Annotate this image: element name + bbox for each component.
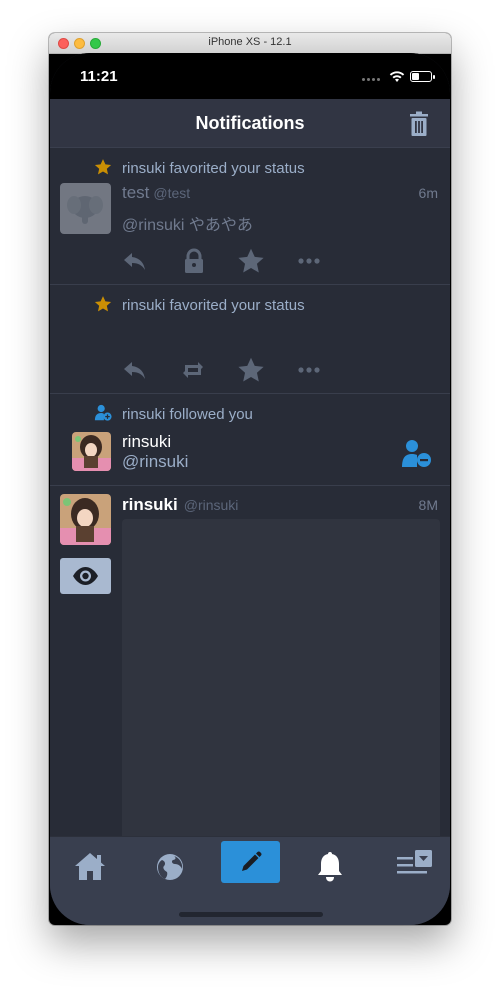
lists-icon[interactable] [394, 845, 434, 885]
simulator-titlebar: iPhone XS - 12.1 [49, 33, 451, 54]
phone-screen: 11:21 Notifications rinsuki favorited yo… [50, 53, 450, 925]
compose-button[interactable] [221, 841, 280, 883]
more-icon[interactable] [295, 247, 323, 275]
boost-icon[interactable] [179, 356, 207, 384]
star-icon[interactable] [237, 247, 265, 275]
status-time: 6m [418, 185, 438, 201]
star-icon[interactable] [237, 356, 265, 384]
signal-dot [377, 78, 380, 81]
signal-icon [362, 78, 365, 81]
battery-icon [410, 71, 435, 82]
avatar[interactable] [72, 432, 111, 471]
display-name: rinsuki [122, 495, 178, 514]
bell-icon[interactable] [310, 847, 350, 887]
notification-item[interactable]: rinsuki favorited your status test @test … [50, 148, 450, 285]
status-item[interactable]: rinsuki @rinsuki 8M [50, 486, 450, 836]
user-plus-icon [94, 404, 112, 421]
notification-text: rinsuki favorited your status [122, 297, 305, 314]
display-name: rinsuki [122, 432, 172, 451]
display-name: test [122, 183, 150, 202]
notch [138, 53, 362, 83]
reply-icon[interactable] [121, 247, 149, 275]
unfollow-icon[interactable] [401, 439, 433, 469]
username: @test [153, 185, 191, 201]
username: @rinsuki [183, 497, 239, 513]
home-icon[interactable] [70, 847, 110, 887]
notification-text: rinsuki followed you [122, 406, 253, 423]
avatar[interactable] [60, 183, 111, 234]
lock-icon[interactable] [180, 247, 208, 275]
notification-text: rinsuki favorited your status [122, 160, 305, 177]
page-title: Notifications [195, 113, 305, 133]
avatar-image [72, 432, 111, 471]
compose-icon [242, 851, 262, 871]
avatar[interactable] [60, 494, 111, 545]
status-bar: 11:21 [50, 53, 450, 99]
home-indicator[interactable] [179, 912, 323, 917]
more-icon[interactable] [295, 356, 323, 384]
status-icons [362, 70, 435, 84]
sensitive-toggle-button[interactable] [60, 558, 111, 594]
navigation-bar: Notifications [50, 99, 450, 148]
star-icon [94, 296, 112, 312]
star-icon [94, 159, 112, 175]
signal-dot [372, 78, 375, 81]
globe-icon[interactable] [150, 847, 190, 887]
username: @rinsuki [122, 452, 189, 471]
signal-dot [367, 78, 370, 81]
window-title: iPhone XS - 12.1 [208, 36, 292, 48]
tab-bar [50, 836, 450, 925]
simulator-window: iPhone XS - 12.1 11:21 Notifications rin… [49, 33, 451, 925]
avatar-image [60, 494, 111, 545]
status-author[interactable]: test @test [122, 183, 190, 203]
notification-item[interactable]: rinsuki favorited your status [50, 285, 450, 394]
eye-icon [73, 567, 98, 585]
status-time: 11:21 [80, 68, 118, 85]
status-author[interactable]: rinsuki @rinsuki [122, 495, 238, 515]
battery-level [412, 73, 419, 80]
notifications-list: rinsuki favorited your status test @test … [50, 148, 450, 836]
notification-item[interactable]: rinsuki followed you rinsuki @rinsuki [50, 394, 450, 486]
trash-icon[interactable] [408, 111, 430, 137]
status-body: @rinsuki やあやあ [122, 217, 253, 234]
reply-icon[interactable] [121, 356, 149, 384]
wifi-icon [389, 71, 405, 82]
mastodon-elephant-icon [67, 196, 103, 224]
status-time: 8M [418, 497, 438, 513]
sensitive-media-placeholder[interactable] [122, 519, 440, 836]
